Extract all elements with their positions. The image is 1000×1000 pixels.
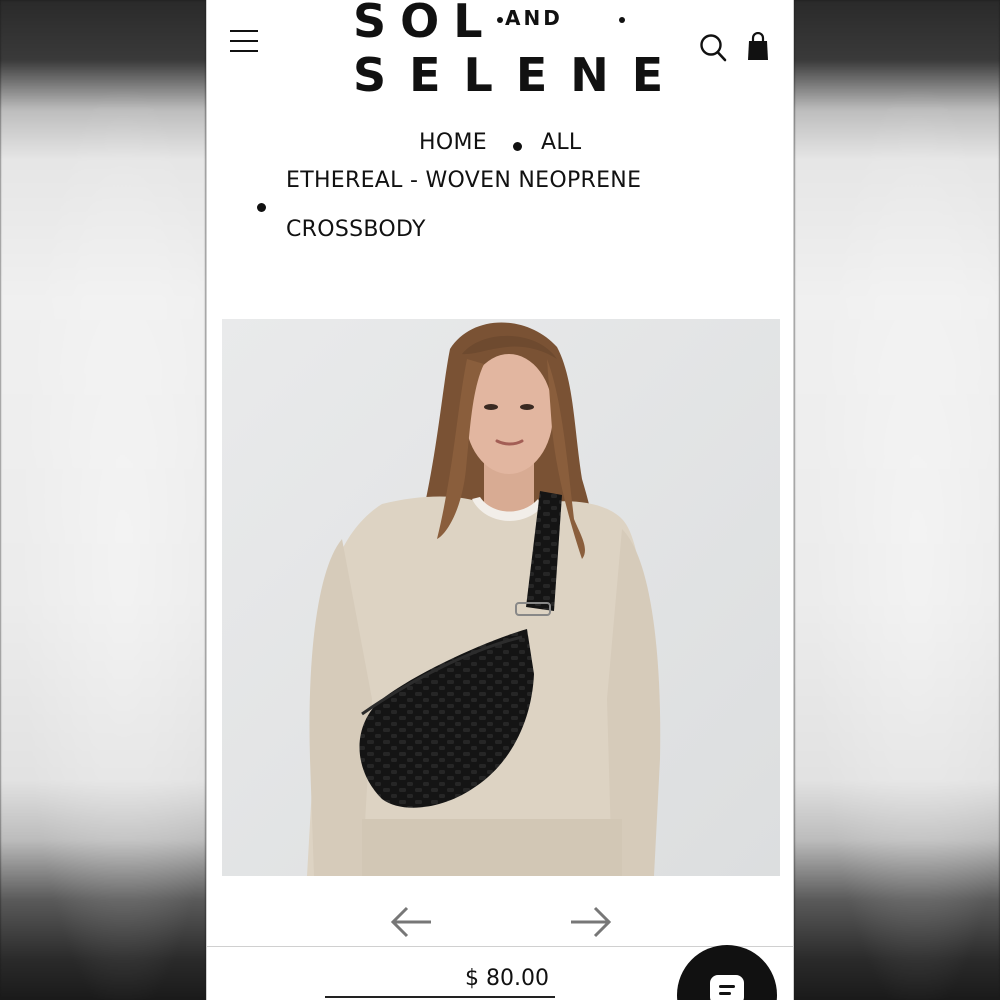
price-underline [325, 996, 555, 998]
logo-line-2: SELENE [353, 48, 687, 102]
breadcrumb-separator [257, 203, 266, 212]
breadcrumb-separator [513, 142, 522, 151]
model-wearing-black-woven-crossbody-photo [222, 319, 780, 876]
logo-dot [497, 17, 503, 23]
search-icon[interactable] [699, 33, 727, 63]
arrow-left-icon[interactable] [389, 904, 435, 940]
blurred-backdrop-right [794, 0, 1000, 1000]
logo-line-1: SOL [353, 0, 497, 48]
chat-button[interactable] [677, 945, 777, 1000]
breadcrumb-all-link[interactable]: ALL [541, 130, 581, 155]
shopping-bag-icon[interactable] [747, 32, 769, 62]
product-price: $ 80.00 [465, 966, 549, 991]
mobile-page: SOL AND SELENE HOME ALL ETHEREAL - WOVEN… [206, 0, 794, 1000]
breadcrumb-current-line-2: CROSSBODY [286, 217, 426, 242]
logo-and: AND [505, 6, 563, 30]
product-image[interactable] [222, 319, 780, 876]
hamburger-menu-icon[interactable] [230, 30, 258, 54]
logo-dot [619, 17, 625, 23]
arrow-right-icon[interactable] [567, 904, 613, 940]
breadcrumb-home-link[interactable]: HOME [419, 130, 487, 155]
blurred-backdrop-left [0, 0, 206, 1000]
breadcrumb: HOME ALL ETHEREAL - WOVEN NEOPRENE CROSS… [207, 128, 793, 258]
brand-logo[interactable]: SOL AND SELENE [347, 0, 663, 102]
breadcrumb-current-line-1: ETHEREAL - WOVEN NEOPRENE [286, 168, 642, 193]
section-divider [207, 946, 793, 947]
chat-bubble-icon [710, 975, 744, 1000]
